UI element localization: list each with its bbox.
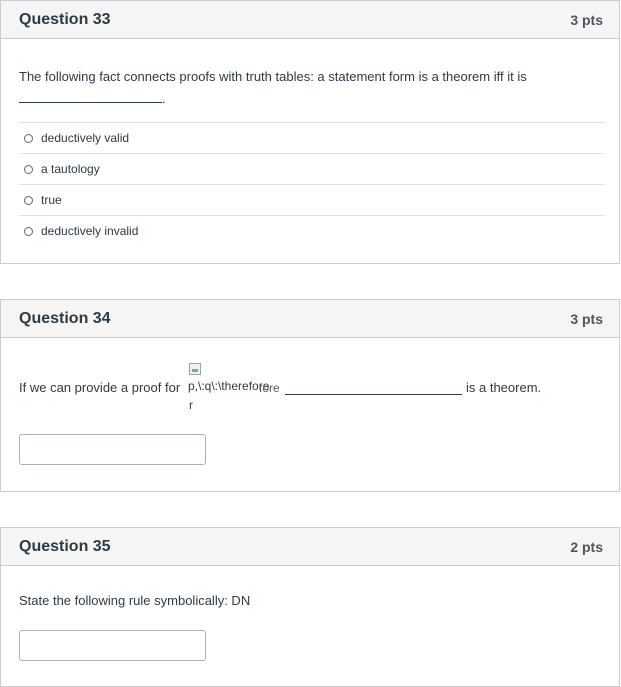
question-33-blank <box>19 89 162 103</box>
question-33-prompt: The following fact connects proofs with … <box>19 69 527 84</box>
answer-option[interactable]: true <box>19 184 605 215</box>
question-34-header: Question 34 3 pts <box>1 300 619 338</box>
question-34-answer-input[interactable] <box>19 434 206 465</box>
radio-button[interactable] <box>24 133 33 143</box>
answer-option[interactable]: a tautology <box>19 153 605 184</box>
answer-option[interactable]: deductively valid <box>19 122 605 153</box>
question-34-formula-line1: p,\:q\:\therefore <box>188 379 270 393</box>
question-35-text: State the following rule symbolically: D… <box>19 593 251 608</box>
question-34-points: 3 pts <box>570 310 603 327</box>
question-34-text-before: If we can provide a proof for <box>19 380 181 395</box>
answer-label: a tautology <box>41 162 100 176</box>
broken-image-icon <box>189 363 201 375</box>
question-35-header: Question 35 2 pts <box>1 528 619 566</box>
radio-button[interactable] <box>24 195 33 205</box>
question-33-blank-suffix: . <box>162 91 166 106</box>
question-34-card: Question 34 3 pts If we can provide a pr… <box>0 299 620 492</box>
question-35-title: Question 35 <box>19 537 111 555</box>
question-34-formula-line2: r <box>189 398 193 412</box>
answer-label: true <box>41 193 62 207</box>
question-33-card: Question 33 3 pts The following fact con… <box>0 0 620 264</box>
answer-label: deductively valid <box>41 131 130 145</box>
question-33-title: Question 33 <box>19 10 111 28</box>
question-34-text-after: is a theorem. <box>466 380 542 395</box>
question-34-title: Question 34 <box>19 309 111 327</box>
answer-label: deductively invalid <box>41 224 139 238</box>
question-33-text: The following fact connects proofs with … <box>19 66 604 110</box>
question-33-header: Question 33 3 pts <box>1 1 619 39</box>
question-33-answers: deductively valid a tautology true deduc… <box>19 122 605 246</box>
question-35-points: 2 pts <box>570 538 603 555</box>
question-33-points: 3 pts <box>570 11 603 28</box>
question-35-answer-input[interactable] <box>19 630 206 661</box>
question-34-blank <box>285 380 462 395</box>
answer-option[interactable]: deductively invalid <box>19 215 605 246</box>
question-35-card: Question 35 2 pts State the following ru… <box>0 527 620 687</box>
radio-button[interactable] <box>24 164 33 174</box>
question-34-formula-overlap: fore <box>259 381 280 395</box>
radio-button[interactable] <box>24 226 33 236</box>
